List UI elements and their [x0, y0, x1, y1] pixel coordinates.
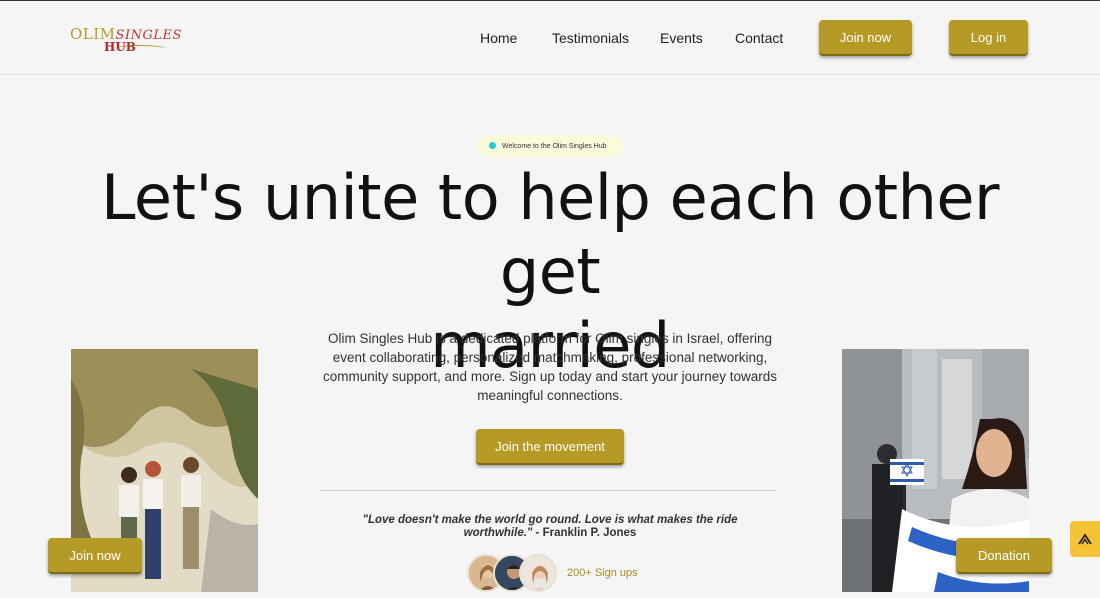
chevron-up-icon [1078, 533, 1092, 545]
welcome-badge-text: Welcome to the Olim Singles Hub [502, 142, 607, 150]
header-join-button[interactable]: Join now [819, 20, 912, 56]
avatar [519, 554, 557, 592]
join-movement-button[interactable]: Join the movement [476, 429, 624, 465]
header-login-button[interactable]: Log in [949, 20, 1028, 56]
hero-description: Olim Singles Hub is a dedicated platform… [323, 331, 777, 403]
floating-donation-button[interactable]: Donation [956, 538, 1052, 574]
quote-author: - Franklin P. Jones [532, 527, 637, 539]
site-logo[interactable]: OLIMSINGLES HUB [70, 25, 181, 57]
logo-text-hub: HUB [104, 40, 136, 54]
scroll-top-button[interactable] [1070, 521, 1100, 557]
nav-home[interactable]: Home [480, 30, 517, 46]
floating-join-button[interactable]: Join now [48, 538, 142, 574]
nav-contact[interactable]: Contact [735, 30, 783, 46]
section-divider [320, 490, 775, 491]
testimonial-quote: "Love doesn't make the world go round. L… [340, 514, 760, 540]
hero-headline-line1: Let's unite to help each other get [100, 161, 1000, 308]
welcome-badge: Welcome to the Olim Singles Hub [477, 135, 623, 157]
signup-count: 200+ Sign ups [567, 567, 638, 579]
header: OLIMSINGLES HUB Home Testimonials Events… [0, 1, 1100, 75]
nav-testimonials[interactable]: Testimonials [552, 30, 629, 46]
nav-events[interactable]: Events [660, 30, 703, 46]
status-dot-icon [489, 142, 496, 149]
signup-avatars [467, 554, 562, 594]
